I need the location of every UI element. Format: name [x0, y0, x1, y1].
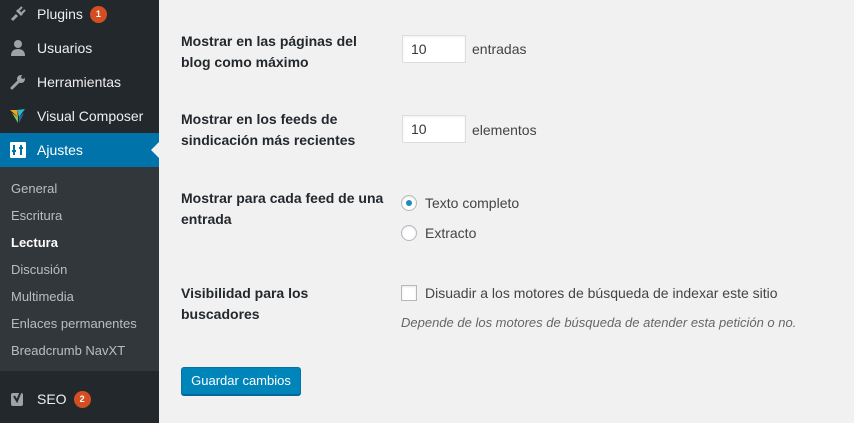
menu-label-usuarios: Usuarios: [37, 40, 93, 56]
admin-sidebar: Plugins 1 Usuarios Herramientas Visual C…: [0, 0, 159, 423]
posts-per-page-unit: entradas: [472, 41, 527, 57]
reading-settings-form: Mostrar en las páginas del blog como máx…: [159, 0, 854, 423]
submenu-item-lectura[interactable]: Lectura: [11, 235, 58, 250]
excerpt-radio[interactable]: [401, 225, 417, 241]
feed-items-label: Mostrar en los feeds de sindicación más …: [181, 111, 356, 148]
submenu-item-enlaces-permanentes[interactable]: Enlaces permanentes: [11, 316, 137, 331]
discourage-search-checkbox[interactable]: [401, 285, 417, 301]
menu-label-ajustes: Ajustes: [37, 142, 83, 158]
excerpt-option-label[interactable]: Extracto: [425, 225, 476, 241]
full-text-option-label[interactable]: Texto completo: [425, 195, 519, 211]
feed-items-input[interactable]: 10: [402, 115, 466, 143]
menu-item-herramientas[interactable]: Herramientas: [0, 65, 159, 99]
feed-mode-label: Mostrar para cada feed de una entrada: [181, 190, 384, 227]
submenu-item-general[interactable]: General: [11, 181, 57, 196]
menu-item-plugins[interactable]: Plugins 1: [0, 0, 159, 31]
wrench-icon: [8, 72, 28, 92]
submenu-item-multimedia[interactable]: Multimedia: [11, 289, 74, 304]
menu-item-visual-composer[interactable]: Visual Composer: [0, 99, 159, 133]
submenu-item-discusion[interactable]: Discusión: [11, 262, 67, 277]
user-icon: [8, 38, 28, 58]
visual-composer-icon: [8, 106, 28, 126]
menu-item-ajustes[interactable]: Ajustes: [0, 133, 159, 167]
menu-label-herramientas: Herramientas: [37, 74, 122, 90]
submenu-item-breadcrumb-navxt[interactable]: Breadcrumb NavXT: [11, 343, 125, 358]
menu-label-seo: SEO: [37, 391, 67, 407]
plugin-icon: [8, 4, 28, 24]
menu-item-seo[interactable]: SEO 2: [0, 382, 159, 416]
menu-label-plugins: Plugins: [37, 6, 83, 22]
menu-item-usuarios[interactable]: Usuarios: [0, 31, 159, 65]
submenu-item-escritura[interactable]: Escritura: [11, 208, 62, 223]
plugins-update-badge: 1: [89, 5, 107, 23]
settings-icon: [8, 140, 28, 160]
menu-label-visual-composer: Visual Composer: [37, 108, 144, 124]
feed-items-unit: elementos: [472, 122, 537, 138]
save-changes-button[interactable]: Guardar cambios: [181, 367, 301, 395]
search-visibility-label: Visibilidad para los buscadores: [181, 285, 309, 322]
full-text-radio[interactable]: [401, 195, 417, 211]
yoast-icon: [8, 389, 28, 409]
settings-submenu: General Escritura Lectura Discusión Mult…: [0, 167, 159, 371]
posts-per-page-input[interactable]: 10: [402, 35, 466, 63]
seo-notification-badge: 2: [73, 390, 91, 408]
blog-pages-label: Mostrar en las páginas del blog como máx…: [181, 33, 357, 70]
discourage-search-label[interactable]: Disuadir a los motores de búsqueda de in…: [425, 285, 778, 301]
search-visibility-description: Depende de los motores de búsqueda de at…: [401, 315, 797, 330]
